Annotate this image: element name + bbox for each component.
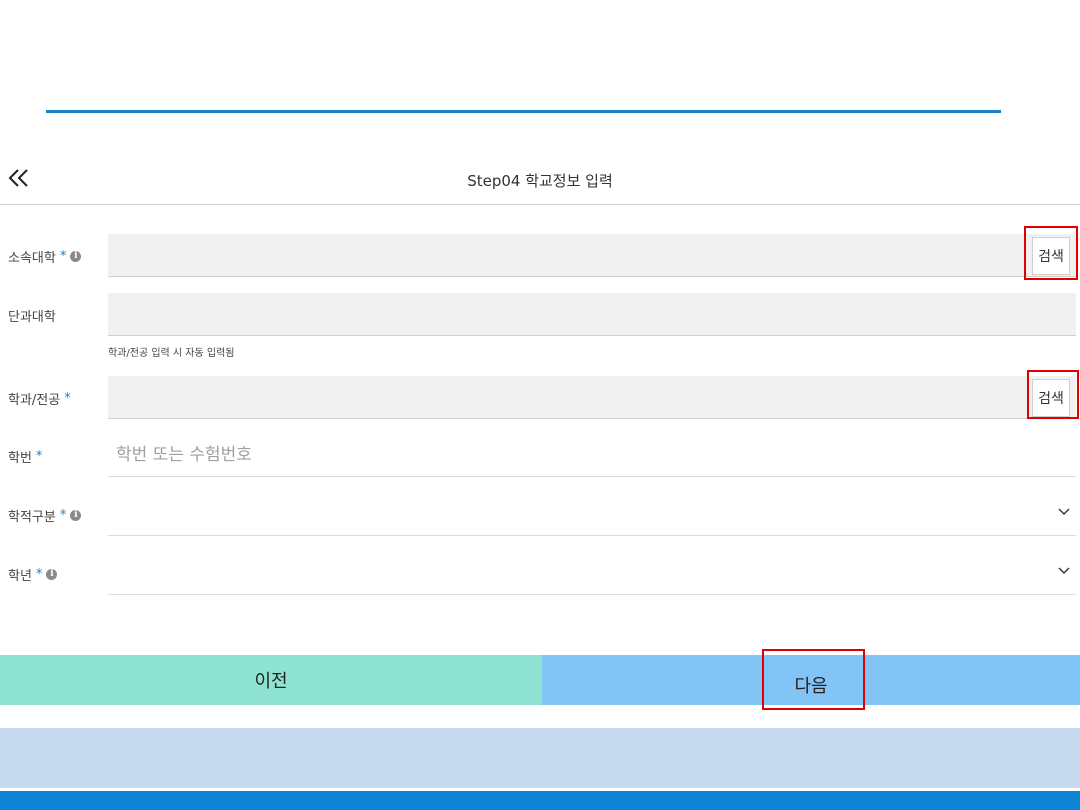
progress-line bbox=[46, 110, 1001, 113]
info-icon[interactable]: i bbox=[70, 510, 82, 521]
college-hint: 학과/전공 입력 시 자동 입력됨 bbox=[108, 348, 235, 359]
university-search-button[interactable]: 검색 bbox=[1032, 237, 1070, 275]
required-mark: * bbox=[35, 449, 43, 464]
required-mark: * bbox=[59, 249, 67, 264]
grade-label-group: 학년 * i bbox=[8, 565, 58, 584]
university-label: 소속대학 bbox=[8, 251, 56, 266]
info-icon[interactable]: i bbox=[46, 569, 58, 580]
student-id-input[interactable] bbox=[116, 434, 1016, 476]
department-label-group: 학과/전공 * bbox=[8, 389, 71, 408]
college-field bbox=[108, 293, 1076, 336]
footer-bar bbox=[0, 791, 1080, 810]
info-icon[interactable]: i bbox=[70, 251, 82, 262]
page-header: Step04 학교정보 입력 bbox=[0, 150, 1080, 205]
chevron-down-icon bbox=[1058, 508, 1070, 515]
department-field[interactable]: 검색 bbox=[108, 376, 1076, 419]
page-title: Step04 학교정보 입력 bbox=[467, 172, 613, 190]
grade-select[interactable] bbox=[108, 552, 1076, 595]
next-button[interactable]: 다음 bbox=[542, 655, 1080, 705]
required-mark: * bbox=[64, 391, 71, 406]
status-label: 학적구분 bbox=[8, 510, 56, 525]
department-search-button[interactable]: 검색 bbox=[1032, 379, 1070, 417]
status-label-group: 학적구분 * i bbox=[8, 506, 82, 525]
required-mark: * bbox=[59, 508, 67, 523]
footer-band bbox=[0, 728, 1080, 788]
student-id-label-group: 학번 * bbox=[8, 447, 42, 466]
chevron-down-icon bbox=[1058, 567, 1070, 574]
next-button-label: 다음 bbox=[794, 676, 828, 697]
university-label-group: 소속대학 * i bbox=[8, 247, 82, 266]
student-id-label: 학번 bbox=[8, 451, 32, 466]
department-label: 학과/전공 bbox=[8, 393, 61, 408]
grade-label: 학년 bbox=[8, 569, 32, 584]
required-mark: * bbox=[35, 567, 43, 582]
status-select[interactable] bbox=[108, 493, 1076, 536]
university-field[interactable]: 검색 bbox=[108, 234, 1076, 277]
prev-button[interactable]: 이전 bbox=[0, 655, 542, 705]
college-label-group: 단과대학 bbox=[8, 306, 56, 325]
student-id-field bbox=[108, 434, 1076, 477]
college-label: 단과대학 bbox=[8, 310, 56, 325]
